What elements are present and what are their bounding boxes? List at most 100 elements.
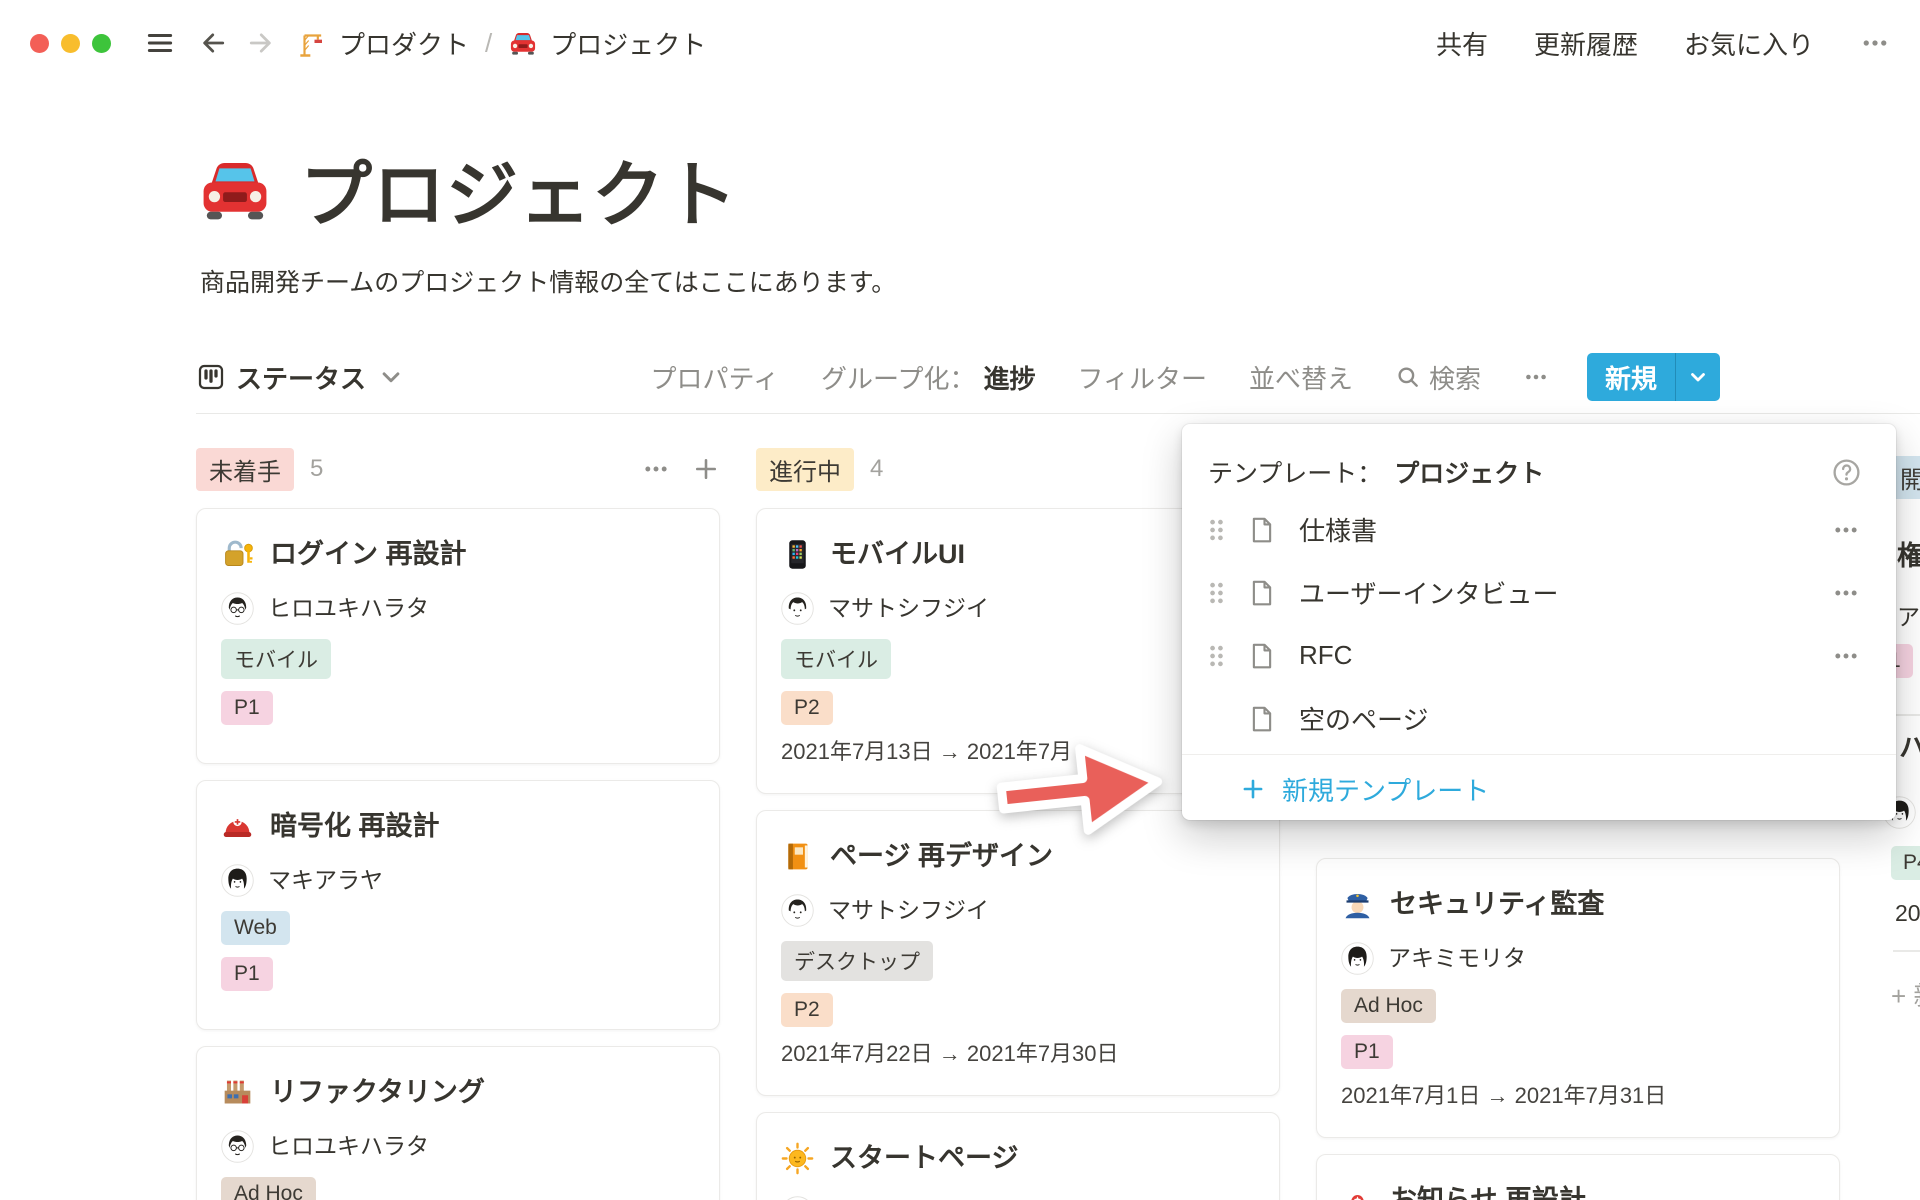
titlebar-action[interactable]: 共有 [1436, 25, 1488, 62]
drag-handle-icon[interactable] [1206, 514, 1227, 546]
template-item[interactable]: 仕様書 [1182, 498, 1896, 561]
assignee-name: ヒロユキハラタ [268, 591, 429, 625]
avatar-man-glasses [221, 1130, 254, 1163]
project-card[interactable]: 暗号化 再設計マキアラヤWebP1 [196, 780, 720, 1030]
toolbar-groupby[interactable]: グループ化：進捗 [821, 359, 1035, 396]
view-selector-label: ステータス [236, 359, 366, 396]
avatar-man [781, 1196, 814, 1200]
template-item[interactable]: ユーザーインタビュー [1182, 561, 1896, 624]
column-add-icon[interactable] [692, 455, 720, 483]
avatar-man-glasses [221, 592, 254, 625]
column-status-badge[interactable]: 未着手 [196, 448, 294, 491]
new-template-button[interactable]: 新規テンプレート [1182, 754, 1896, 823]
edge-add-card[interactable]: + 新 [1891, 976, 1920, 1013]
page-icon [1247, 578, 1277, 608]
board-column: 未着手5 ログイン 再設計ヒロユキハラタモバイルP1 暗号化 再設計マキアラヤ Web… [196, 448, 720, 1200]
column-count: 4 [870, 455, 883, 483]
project-card[interactable]: リファクタリングヒロユキハラタAd HocP1 [196, 1046, 720, 1200]
project-card[interactable]: ログイン 再設計ヒロユキハラタモバイルP1 [196, 508, 720, 764]
card-tag: Web [221, 911, 290, 945]
toolbar-item[interactable]: プロパティ [651, 359, 779, 396]
forward-icon[interactable] [245, 28, 275, 58]
chevron-down-icon [1686, 365, 1710, 389]
page-head: プロジェクト 商品開発チームのプロジェクト情報の全てはここにあります。 [0, 86, 1920, 299]
minimize-window-button[interactable] [61, 34, 80, 53]
project-card[interactable]: ページ 再デザインマサトシフジイデスクトップP22021年7月22日 → 202… [756, 810, 1280, 1096]
toolbar-more-icon[interactable] [1523, 364, 1549, 390]
breadcrumb-label: プロジェクト [550, 25, 706, 62]
view-options: プロパティ グループ化：進捗 フィルター 並べ替え 検索 [651, 359, 1549, 396]
breadcrumb: プロダクト / プロジェクト [297, 25, 706, 62]
edge-text-fragment: ア [1897, 598, 1920, 632]
edge-card-title-fragment: 権 [1897, 534, 1920, 573]
breadcrumb-separator: / [485, 28, 492, 59]
board-icon [196, 362, 226, 392]
traffic-lights [30, 34, 111, 53]
breadcrumb-label: プロダクト [339, 25, 469, 62]
project-card[interactable]: スタートページマサトシフジイ [756, 1112, 1280, 1200]
assignee-name: マサトシフジイ [828, 591, 989, 625]
drag-handle-icon[interactable] [1206, 577, 1227, 609]
crane-icon [297, 28, 327, 58]
column-header: 未着手5 [196, 448, 720, 490]
breadcrumb-item[interactable]: プロジェクト [508, 25, 706, 62]
search-icon [1395, 364, 1421, 390]
assignee-name: アキミモリタ [1388, 941, 1526, 975]
new-button-label[interactable]: 新規 [1587, 353, 1675, 401]
project-card[interactable]: お知らせ 再設計 [1316, 1154, 1840, 1200]
toolbar-item[interactable]: フィルター [1077, 359, 1206, 396]
template-item-label: 空のページ [1299, 700, 1428, 737]
popup-header: テンプレート： プロジェクト [1182, 424, 1896, 498]
question-icon[interactable] [1831, 457, 1862, 488]
more-icon[interactable] [1860, 28, 1890, 58]
card-title: お知らせ 再設計 [1341, 1181, 1815, 1200]
back-icon[interactable] [199, 28, 229, 58]
drag-handle-icon[interactable] [1206, 640, 1227, 672]
project-card[interactable]: セキュリティ監査アキミモリタAd HocP12021年7月1日 → 2021年7… [1316, 858, 1840, 1138]
column-status-badge[interactable]: 進行中 [756, 448, 854, 491]
page-subtitle: 商品開発チームのプロジェクト情報の全てはここにあります。 [200, 263, 1920, 299]
avatar-man [781, 894, 814, 927]
chevron-down-icon [376, 362, 406, 392]
page-icon [1247, 515, 1277, 545]
edge-text-fragment: 2021 [1895, 900, 1920, 927]
car-icon [508, 28, 538, 58]
plus-icon [1240, 776, 1266, 802]
new-button[interactable]: 新規 [1587, 353, 1720, 401]
close-window-button[interactable] [30, 34, 49, 53]
view-selector[interactable]: ステータス [196, 359, 406, 396]
card-tag: モバイル [781, 639, 891, 679]
helmet-icon [221, 810, 254, 843]
avatar-man [781, 592, 814, 625]
assignee-name: マサトシフジイ [828, 1195, 989, 1200]
card-assignee: マキアラヤ [221, 863, 695, 897]
card-title: 暗号化 再設計 [221, 807, 695, 845]
titlebar-action[interactable]: お気に入り [1684, 25, 1814, 62]
template-item-menu-icon[interactable] [1832, 579, 1860, 607]
template-item-menu-icon[interactable] [1832, 642, 1860, 670]
template-item[interactable]: RFC [1182, 624, 1896, 687]
card-title: スタートページ [781, 1139, 1255, 1177]
assignee-name: マキアラヤ [268, 863, 383, 897]
toolbar-search[interactable]: 検索 [1395, 359, 1481, 396]
titlebar-action[interactable]: 更新履歴 [1534, 25, 1638, 62]
new-button-dropdown[interactable] [1675, 353, 1720, 401]
template-item-menu-icon[interactable] [1832, 516, 1860, 544]
assignee-name: ヒロユキハラタ [268, 1129, 429, 1163]
template-item-label: RFC [1299, 640, 1352, 671]
titlebar-actions: 共有 更新履歴 お気に入り [1436, 25, 1890, 62]
car-icon [196, 150, 274, 228]
card-assignee: ヒロユキハラタ [221, 1129, 695, 1163]
card-assignee: ヒロユキハラタ [221, 591, 695, 625]
popup-title-label: テンプレート： [1208, 454, 1382, 490]
maximize-window-button[interactable] [92, 34, 111, 53]
toolbar-item[interactable]: 並べ替え [1249, 359, 1353, 396]
card-title: セキュリティ監査 [1341, 885, 1815, 923]
avatar-woman [1341, 942, 1374, 975]
card-date: 2021年7月22日 → 2021年7月30日 [781, 1039, 1255, 1069]
template-item[interactable]: 空のページ [1182, 687, 1896, 750]
breadcrumb-item[interactable]: プロダクト [297, 25, 469, 62]
column-menu-icon[interactable] [642, 455, 670, 483]
card-tag: P2 [781, 993, 833, 1027]
sidebar-menu-icon[interactable] [145, 28, 175, 58]
